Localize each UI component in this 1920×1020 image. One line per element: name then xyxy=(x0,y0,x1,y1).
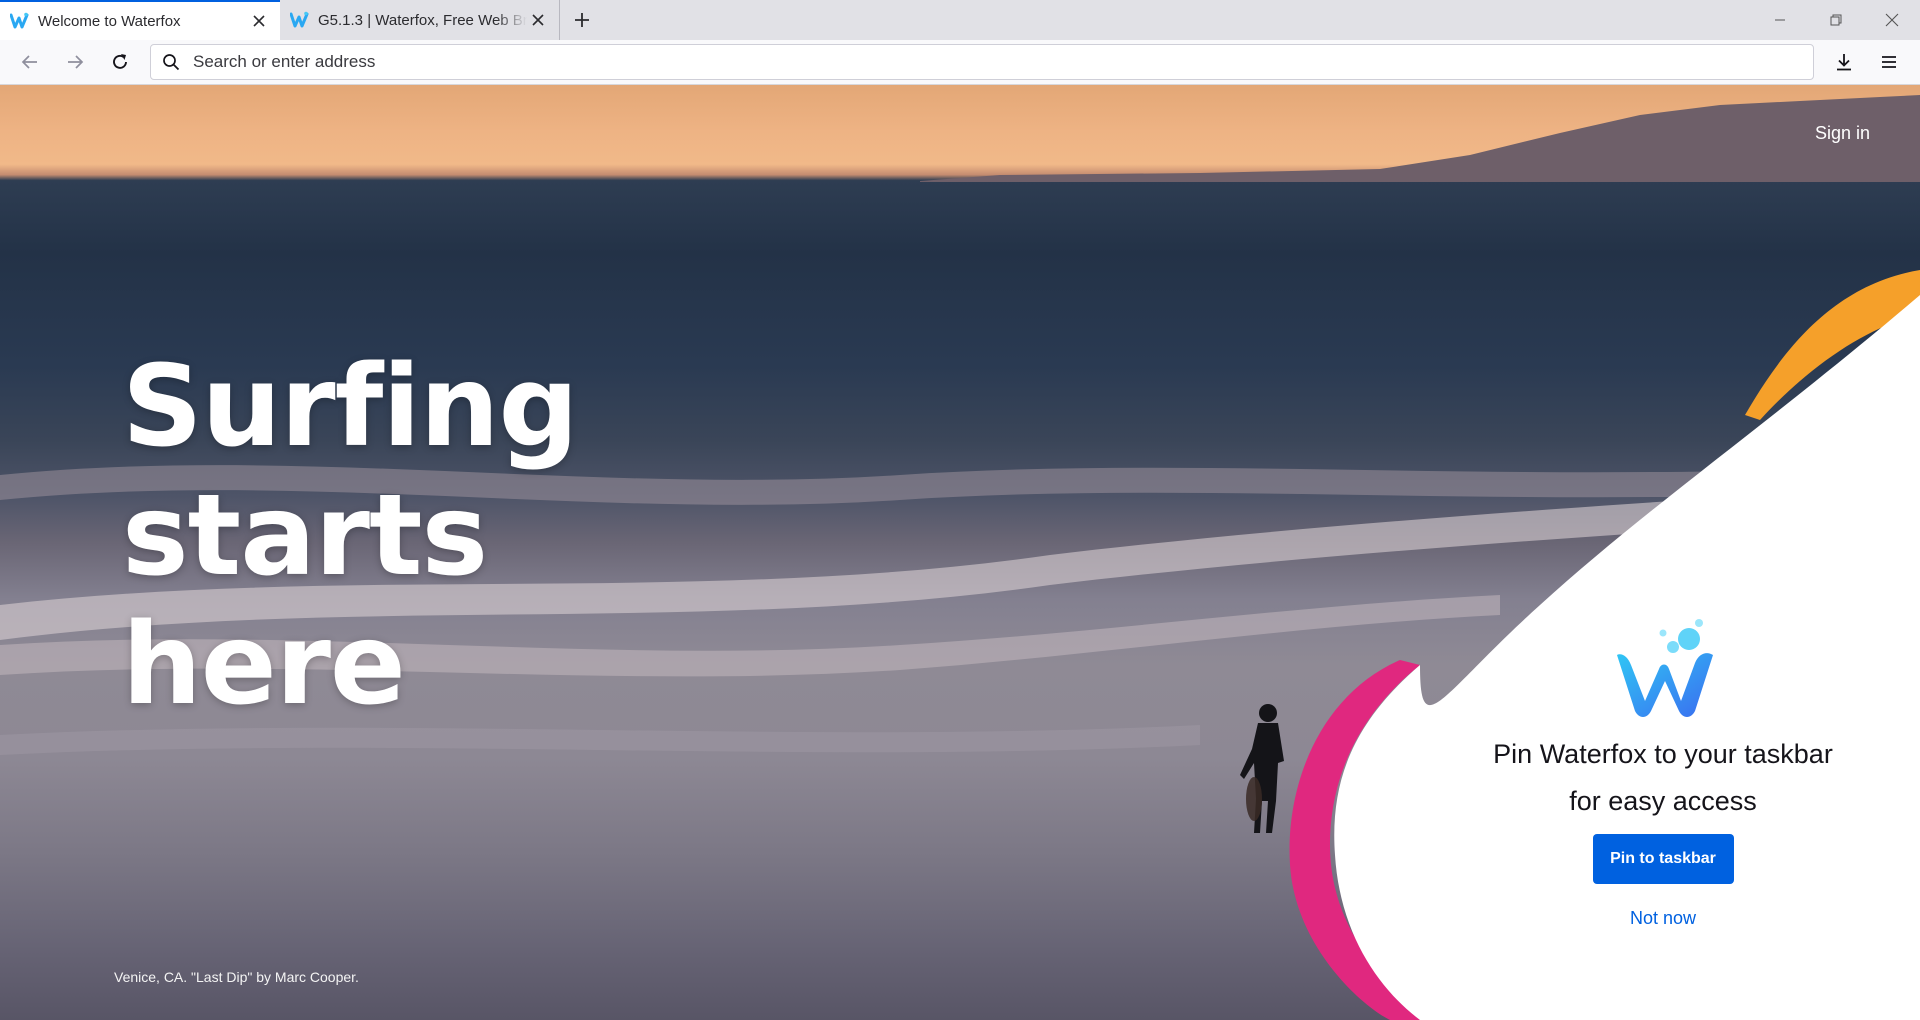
restore-button[interactable] xyxy=(1808,0,1864,40)
download-icon xyxy=(1837,54,1851,71)
navigation-toolbar xyxy=(0,40,1920,85)
close-icon[interactable] xyxy=(248,10,270,32)
tab-title: G5.1.3 | Waterfox, Free Web Browser xyxy=(318,11,527,29)
waterfox-logo-icon xyxy=(10,12,29,29)
back-button[interactable] xyxy=(14,46,46,78)
search-icon xyxy=(161,52,181,72)
address-input[interactable] xyxy=(191,51,1813,73)
forward-button[interactable] xyxy=(59,46,91,78)
close-icon xyxy=(1885,13,1899,27)
reload-icon xyxy=(113,54,127,69)
tab-welcome[interactable]: Welcome to Waterfox xyxy=(0,0,280,40)
plus-icon xyxy=(575,13,589,27)
pin-title-line: for easy access xyxy=(1569,786,1757,816)
minimize-icon xyxy=(1775,19,1785,21)
arrow-right-icon xyxy=(68,55,84,69)
restore-icon xyxy=(1830,14,1842,26)
tab-strip: Welcome to Waterfox G5.1.3 | Waterfox, F… xyxy=(0,0,1920,40)
hamburger-menu-icon xyxy=(1882,56,1896,68)
tab-title: Welcome to Waterfox xyxy=(38,12,181,30)
reload-button[interactable] xyxy=(104,46,136,78)
welcome-page: Sign in Surfing starts here Venice, CA. … xyxy=(0,85,1920,1020)
pin-to-taskbar-button[interactable]: Pin to taskbar xyxy=(1592,834,1734,884)
new-tab-button[interactable] xyxy=(560,0,604,40)
minimize-button[interactable] xyxy=(1752,0,1808,40)
close-window-button[interactable] xyxy=(1864,0,1920,40)
waterfox-logo-icon xyxy=(1617,619,1713,717)
menu-button[interactable] xyxy=(1873,46,1905,78)
not-now-link[interactable]: Not now xyxy=(1440,908,1886,929)
arrow-left-icon xyxy=(21,55,37,69)
close-icon[interactable] xyxy=(527,9,549,31)
window-controls xyxy=(1752,0,1920,40)
tab-waterfox-site[interactable]: G5.1.3 | Waterfox, Free Web Browser xyxy=(280,0,560,40)
waterfox-logo-icon xyxy=(290,11,309,28)
address-bar[interactable] xyxy=(150,44,1814,80)
pin-title-line: Pin Waterfox to your taskbar xyxy=(1493,739,1833,769)
pin-to-taskbar-card: Pin Waterfox to your taskbar for easy ac… xyxy=(1440,615,1886,929)
downloads-button[interactable] xyxy=(1828,46,1860,78)
